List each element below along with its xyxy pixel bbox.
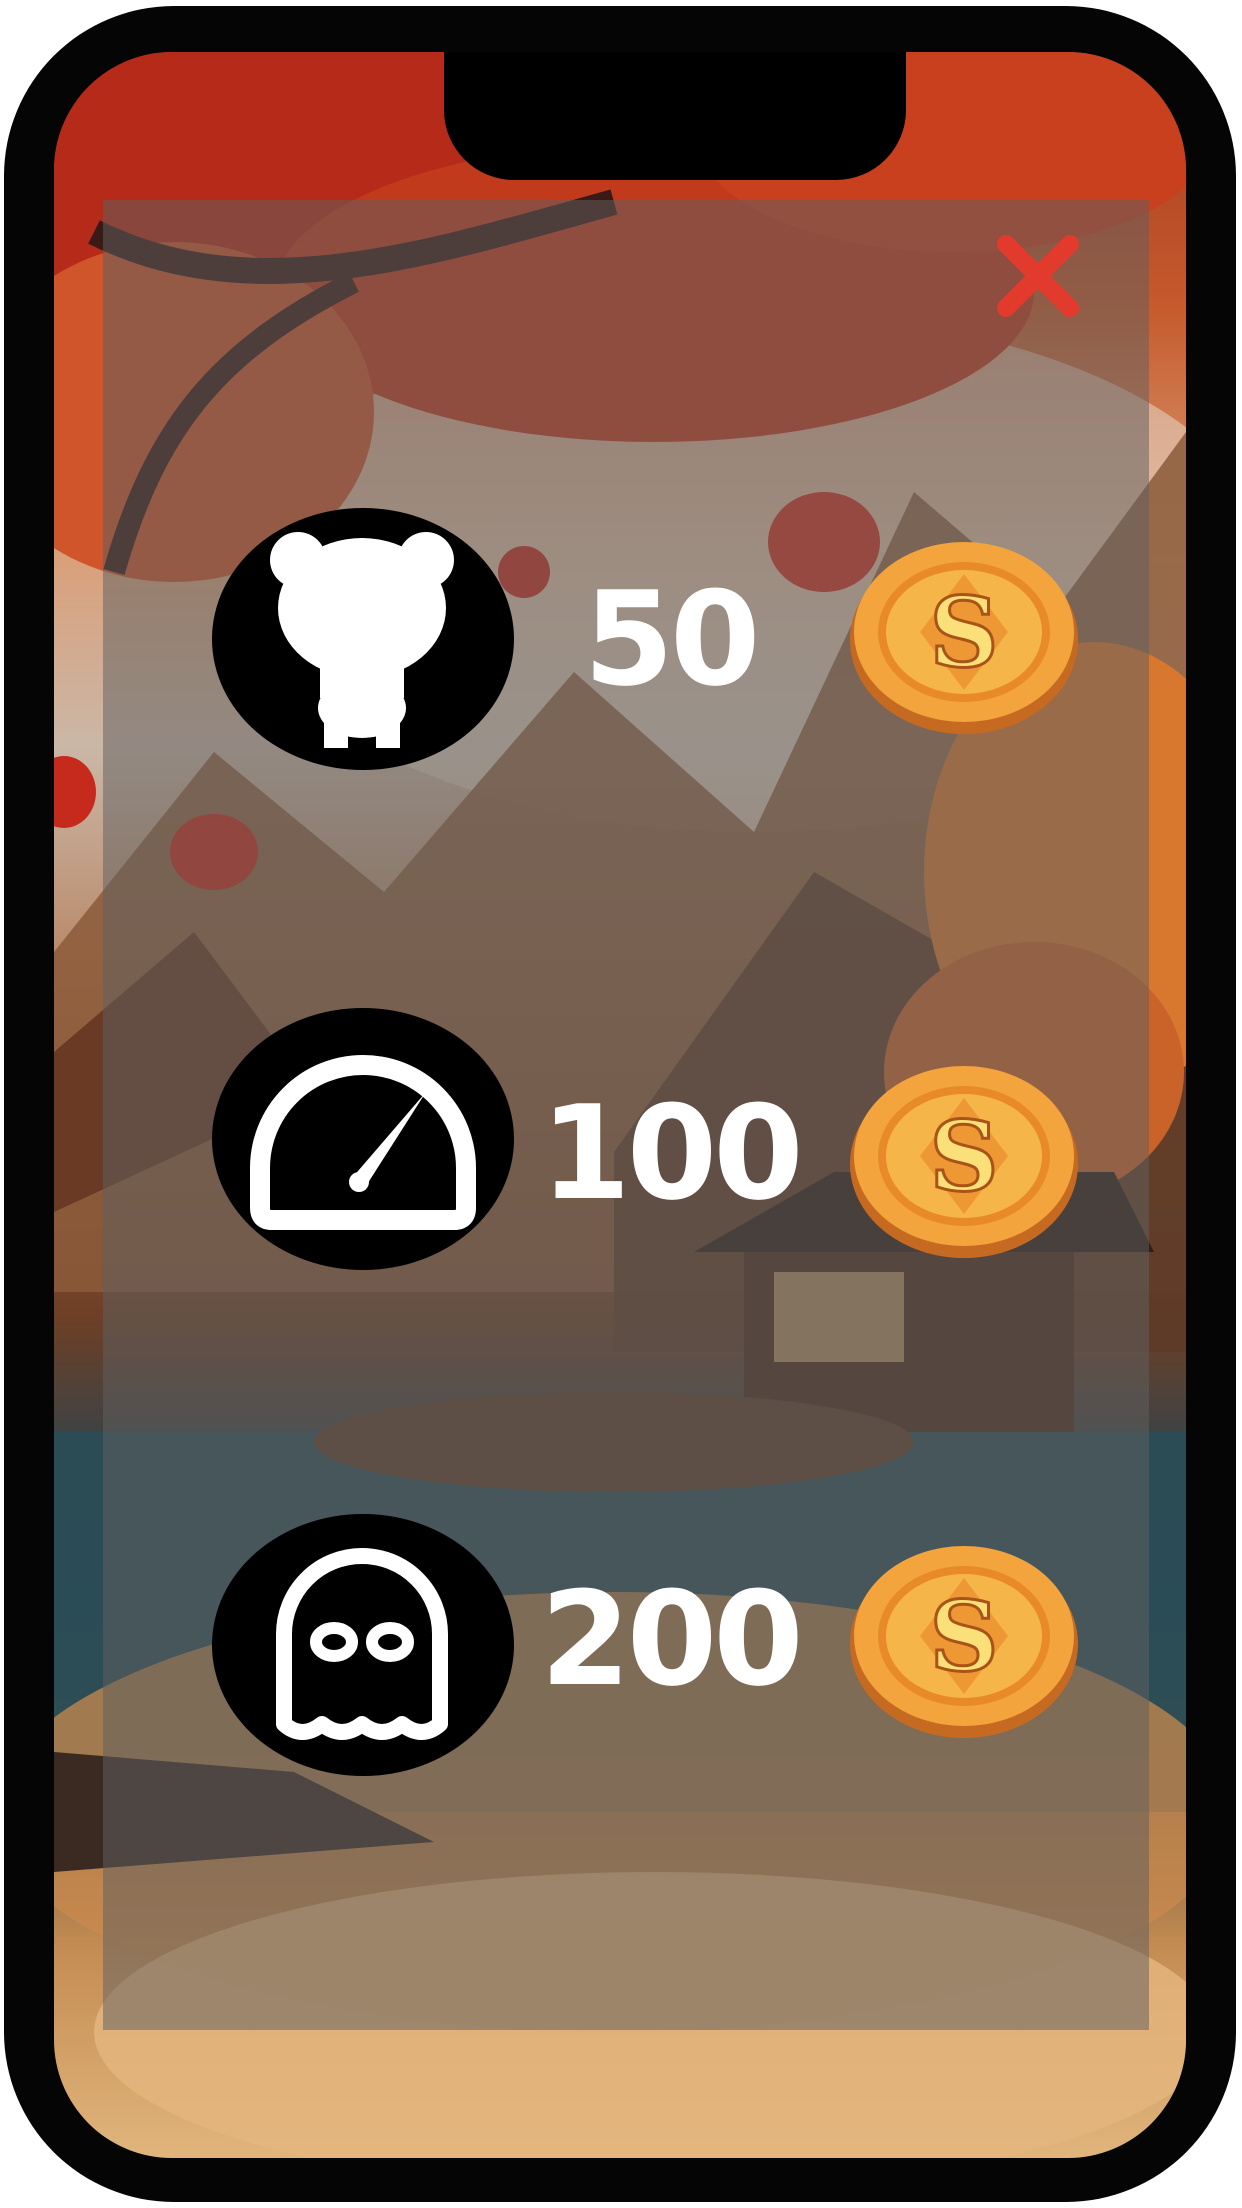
price-label: 100 [540,1077,803,1229]
close-icon[interactable] [990,228,1086,324]
svg-text:S: S [929,1580,998,1693]
bear-character-icon[interactable] [212,508,514,770]
price-label: 200 [540,1563,803,1715]
gold-coin-icon[interactable]: S [846,1060,1082,1260]
svg-text:S: S [929,1100,998,1213]
gold-coin-icon[interactable]: S [846,536,1082,736]
gold-coin-icon[interactable]: S [846,1540,1082,1740]
ghost-icon[interactable] [212,1514,514,1776]
svg-text:S: S [929,576,998,689]
price-label: 50 [583,563,761,715]
speedometer-icon[interactable] [212,1008,514,1270]
phone-notch [444,52,906,180]
